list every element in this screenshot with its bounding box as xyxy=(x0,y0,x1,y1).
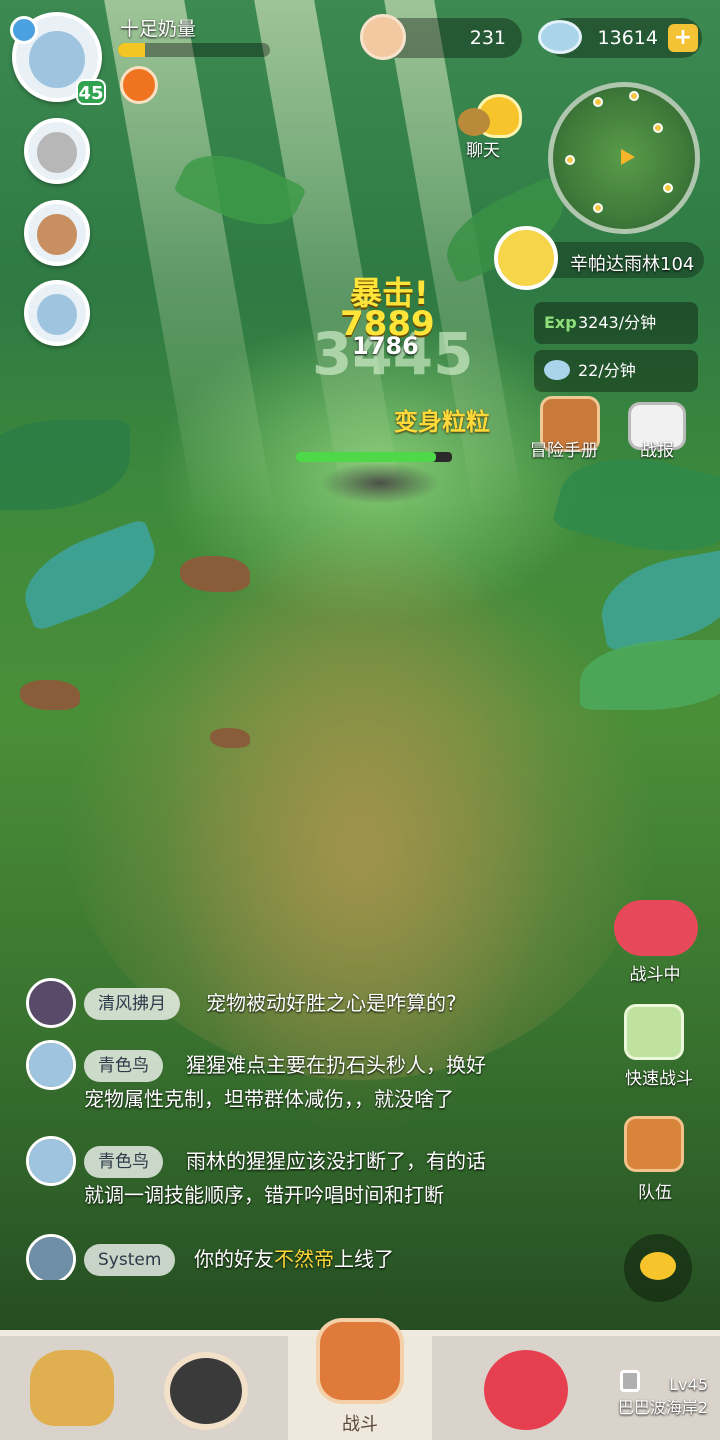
chat-sender[interactable]: System xyxy=(84,1244,176,1276)
pet-icon xyxy=(30,1350,114,1426)
shell-value: 231 xyxy=(469,27,506,49)
battle-report-label: 战报 xyxy=(640,441,674,461)
dino-icon xyxy=(484,1350,568,1430)
quick-battle-button[interactable] xyxy=(624,1004,684,1060)
friend-name-highlight[interactable]: 不然帝 xyxy=(274,1247,334,1271)
chat-toggle-button[interactable] xyxy=(624,1234,692,1302)
chat-avatar xyxy=(26,978,76,1028)
chat-text-line-2: 就调一调技能顺序，错开吟唱时间和打断 xyxy=(84,1183,444,1207)
adventure-manual-label: 冒险手册 xyxy=(530,441,598,461)
chat-avatar xyxy=(26,1234,76,1280)
shell-currency: 231 xyxy=(360,14,522,60)
exp-rate: Exp 3243/分钟 xyxy=(534,302,698,344)
team-avatar-2[interactable] xyxy=(24,200,90,266)
exp-label: Exp xyxy=(544,313,577,332)
minimap[interactable] xyxy=(548,82,700,234)
chat-avatar xyxy=(26,1040,76,1090)
team-avatar-3[interactable] xyxy=(24,280,90,346)
damage-white: 1786 xyxy=(352,332,419,360)
chat-text: 宠物被动好胜之心是咋算的? xyxy=(206,991,457,1015)
locked-place: 巴巴波海岸2 xyxy=(617,1398,708,1417)
gem-rate-icon xyxy=(544,360,570,380)
player-exp-bar xyxy=(118,43,270,57)
chat-text-prefix: 你的好友 xyxy=(194,1247,274,1271)
enemy-name: 变身粒粒 xyxy=(394,408,490,436)
team-label: 队伍 xyxy=(638,1183,672,1203)
chat-sender[interactable]: 清风拂月 xyxy=(84,988,180,1020)
zone-indicator[interactable]: 辛帕达雨林104 xyxy=(494,226,704,290)
player-name: 十足奶量 xyxy=(120,18,197,40)
chat-shortcut-button[interactable]: 聊天 xyxy=(458,94,528,164)
gem-rate-value: 22/分钟 xyxy=(578,361,636,380)
nav-locked-tab[interactable]: Lv45 巴巴波海岸2 xyxy=(576,1336,720,1440)
chat-panel[interactable]: 清风拂月 宠物被动好胜之心是咋算的? 青色鸟 猩猩难点主要在扔石头秒人，换好 宠… xyxy=(0,950,600,1280)
nav-dino-tab[interactable] xyxy=(432,1336,576,1440)
zone-boss-avatar xyxy=(494,226,558,290)
chat-shadow-icon xyxy=(458,108,490,136)
character-icon xyxy=(164,1352,248,1430)
player-position-arrow-icon xyxy=(621,149,635,165)
fighting-status-label: 战斗中 xyxy=(629,965,681,985)
zone-name: 辛帕达雨林104 xyxy=(570,254,695,275)
nav-pet-tab[interactable] xyxy=(0,1336,144,1440)
add-gem-button[interactable]: + xyxy=(668,24,698,52)
exp-rate-value: 3243/分钟 xyxy=(578,313,657,332)
nav-battle-label: 战斗 xyxy=(342,1414,378,1435)
battle-totem-icon xyxy=(316,1318,404,1404)
gem-value: 13614 xyxy=(597,27,658,49)
status-buff-icon[interactable] xyxy=(120,66,158,104)
speech-bubble-icon xyxy=(640,1252,676,1280)
shell-icon xyxy=(360,14,406,60)
team-button[interactable] xyxy=(624,1116,684,1172)
quick-battle-label: 快速战斗 xyxy=(625,1069,693,1089)
chat-sender[interactable]: 青色鸟 xyxy=(84,1050,163,1082)
locked-level: Lv45 xyxy=(669,1375,708,1394)
team-avatar-1[interactable] xyxy=(24,118,90,184)
chat-text-line-2: 宠物属性克制，坦带群体减伤，，就没啥了 xyxy=(84,1087,454,1111)
enemy-health-bar xyxy=(296,452,452,462)
gem-icon xyxy=(538,20,582,54)
nav-battle-tab[interactable]: 战斗 xyxy=(288,1318,432,1440)
chat-text-line-1: 猩猩难点主要在扔石头秒人，换好 xyxy=(186,1053,486,1077)
chat-text-line-1: 雨林的猩猩应该没打断了，有的话 xyxy=(186,1149,486,1173)
locked-info: Lv45 巴巴波海岸2 xyxy=(618,1375,708,1418)
player-level-badge: 45 xyxy=(76,79,106,105)
chat-shortcut-label: 聊天 xyxy=(466,141,500,161)
chat-avatar xyxy=(26,1136,76,1186)
bottom-nav: 战斗 Lv45 巴巴波海岸2 xyxy=(0,1318,720,1440)
fighting-status-button[interactable] xyxy=(614,900,698,956)
chat-text-suffix: 上线了 xyxy=(334,1247,394,1271)
refresh-icon[interactable] xyxy=(10,16,38,44)
gem-currency: 13614 + xyxy=(538,18,702,58)
nav-character-tab[interactable] xyxy=(144,1336,288,1440)
battle-units xyxy=(320,462,440,504)
chat-text: 你的好友不然帝上线了 xyxy=(194,1242,394,1276)
gem-rate: 22/分钟 xyxy=(534,350,698,392)
chat-sender[interactable]: 青色鸟 xyxy=(84,1146,163,1178)
